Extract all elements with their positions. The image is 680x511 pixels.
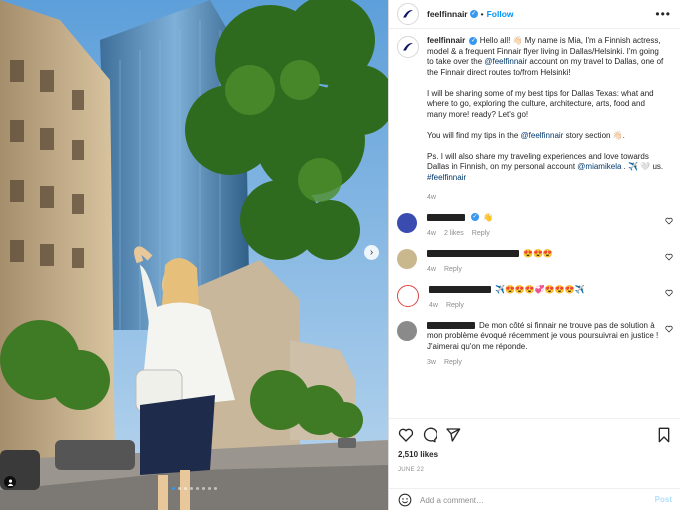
comment-age: 3w	[427, 359, 436, 366]
comment-text: 😍😍😍	[523, 248, 553, 258]
emoji-icon[interactable]	[398, 493, 412, 507]
mention-link[interactable]: @miamikela	[577, 162, 621, 171]
comments-scroll-area[interactable]: feelfinnair ✓ Hello all! 👋🏻 My name is M…	[389, 29, 680, 418]
more-options-icon[interactable]: •••	[655, 7, 671, 21]
comment-like-heart-icon[interactable]	[665, 217, 673, 225]
instagram-post-modal: › feelfinnair ✓ • Follow ••• feelfinnair…	[0, 0, 680, 510]
caption-paragraph: I will be sharing some of my best tips f…	[427, 88, 654, 119]
comment-age: 4w	[427, 230, 436, 237]
commenter-avatar[interactable]	[397, 320, 417, 341]
hashtag-link[interactable]: #feelfinnair	[427, 173, 466, 182]
finnair-avatar[interactable]	[397, 3, 419, 25]
redacted-username[interactable]	[429, 285, 491, 293]
post-date: JUNE 22	[398, 467, 425, 473]
mention-link[interactable]: @feelfinnair	[521, 131, 564, 140]
carousel-dot[interactable]	[213, 487, 217, 490]
comment-bubble-icon[interactable]	[421, 427, 437, 443]
commenter-avatar[interactable]	[397, 284, 419, 307]
redacted-username[interactable]	[427, 249, 519, 257]
verified-badge-icon: ✓	[469, 10, 478, 18]
commenter-avatar[interactable]	[397, 212, 417, 233]
caption: feelfinnair ✓ Hello all! 👋🏻 My name is M…	[389, 29, 680, 204]
comment-body: De mon côté si finnair ne trouve pas de …	[427, 321, 662, 369]
comment-like-heart-icon[interactable]	[665, 325, 673, 333]
redacted-username[interactable]	[427, 321, 475, 329]
commenter-avatar[interactable]	[397, 248, 417, 269]
reply-button[interactable]: Reply	[472, 230, 490, 237]
carousel-dot[interactable]	[195, 487, 199, 490]
reply-button[interactable]: Reply	[446, 302, 464, 309]
finnair-logo-icon	[403, 43, 413, 51]
like-heart-icon[interactable]	[398, 427, 414, 443]
comment-meta: 4w Reply	[429, 301, 664, 312]
dallas-street-photo	[0, 0, 388, 510]
comment: De mon côté si finnair ne trouve pas de …	[389, 320, 680, 369]
verified-badge-icon: ✓	[471, 213, 479, 222]
likes-count[interactable]: 2,510 likes	[398, 450, 438, 459]
caption-ps-end: . ✈️ 🤍 us.	[621, 162, 664, 171]
carousel-dot[interactable]	[183, 487, 187, 490]
comment-body: 😍😍😍 4w Reply	[427, 249, 662, 276]
comment-body: ✓ 👋 4w 2 likes Reply	[427, 213, 662, 240]
comment-likes[interactable]: 2 likes	[444, 230, 464, 237]
comment: ✓ 👋 4w 2 likes Reply	[389, 212, 680, 240]
caption-avatar[interactable]	[397, 36, 419, 58]
post-header: feelfinnair ✓ • Follow •••	[389, 0, 680, 29]
follow-separator: •	[480, 9, 484, 19]
carousel-dot[interactable]	[171, 487, 175, 490]
author-username[interactable]: feelfinnair	[427, 9, 468, 19]
carousel-dot[interactable]	[189, 487, 193, 490]
comment-meta: 4w Reply	[427, 265, 662, 276]
verified-badge-icon: ✓	[469, 36, 478, 45]
comment-like-heart-icon[interactable]	[665, 289, 673, 297]
action-bar	[389, 418, 680, 449]
save-bookmark-icon[interactable]	[656, 427, 672, 443]
reply-button[interactable]: Reply	[444, 266, 462, 273]
comment-text: ✈️😍😍😍💞😍😍😍✈️	[495, 284, 585, 294]
mention-link[interactable]: @feelfinnair	[484, 57, 527, 66]
post-side-panel: feelfinnair ✓ • Follow ••• feelfinnair ✓…	[388, 0, 680, 510]
add-comment-bar: Post	[389, 488, 680, 511]
comment-meta: 3w Reply	[427, 358, 662, 369]
comment-age: 4w	[427, 266, 436, 273]
carousel-dot[interactable]	[201, 487, 205, 490]
caption-username[interactable]: feelfinnair	[427, 36, 465, 45]
caption-age: 4w	[427, 194, 436, 201]
comment-meta: 4w 2 likes Reply	[427, 229, 662, 240]
carousel-dot[interactable]	[207, 487, 211, 490]
finnair-logo-icon	[403, 10, 413, 18]
comment-body: ✈️😍😍😍💞😍😍😍✈️ 4w Reply	[429, 285, 664, 312]
comment-list: ✓ 👋 4w 2 likes Reply 😍😍😍 4w Reply ✈️😍😍😍💞😍😍😍✈️ 4w R…	[389, 212, 680, 369]
carousel-dot[interactable]	[177, 487, 181, 490]
comment-like-heart-icon[interactable]	[665, 253, 673, 261]
carousel-indicator	[0, 487, 388, 490]
caption-text: feelfinnair ✓ Hello all! 👋🏻 My name is M…	[427, 36, 665, 204]
reply-button[interactable]: Reply	[444, 359, 462, 366]
comment-text: 👋	[483, 212, 493, 222]
share-send-icon[interactable]	[445, 427, 461, 443]
redacted-username[interactable]	[427, 213, 465, 221]
post-comment-button[interactable]: Post	[655, 495, 672, 504]
comment-age: 4w	[429, 302, 438, 309]
post-photo[interactable]: ›	[0, 0, 388, 510]
next-slide-button[interactable]: ›	[364, 245, 379, 260]
comment-input[interactable]	[420, 493, 640, 507]
caption-tips-end: story section 👋🏻.	[563, 130, 625, 140]
caption-tips: You will find my tips in the	[427, 130, 521, 140]
follow-button[interactable]: Follow	[487, 9, 514, 19]
comment: 😍😍😍 4w Reply	[389, 248, 680, 276]
comment: ✈️😍😍😍💞😍😍😍✈️ 4w Reply	[389, 284, 680, 312]
